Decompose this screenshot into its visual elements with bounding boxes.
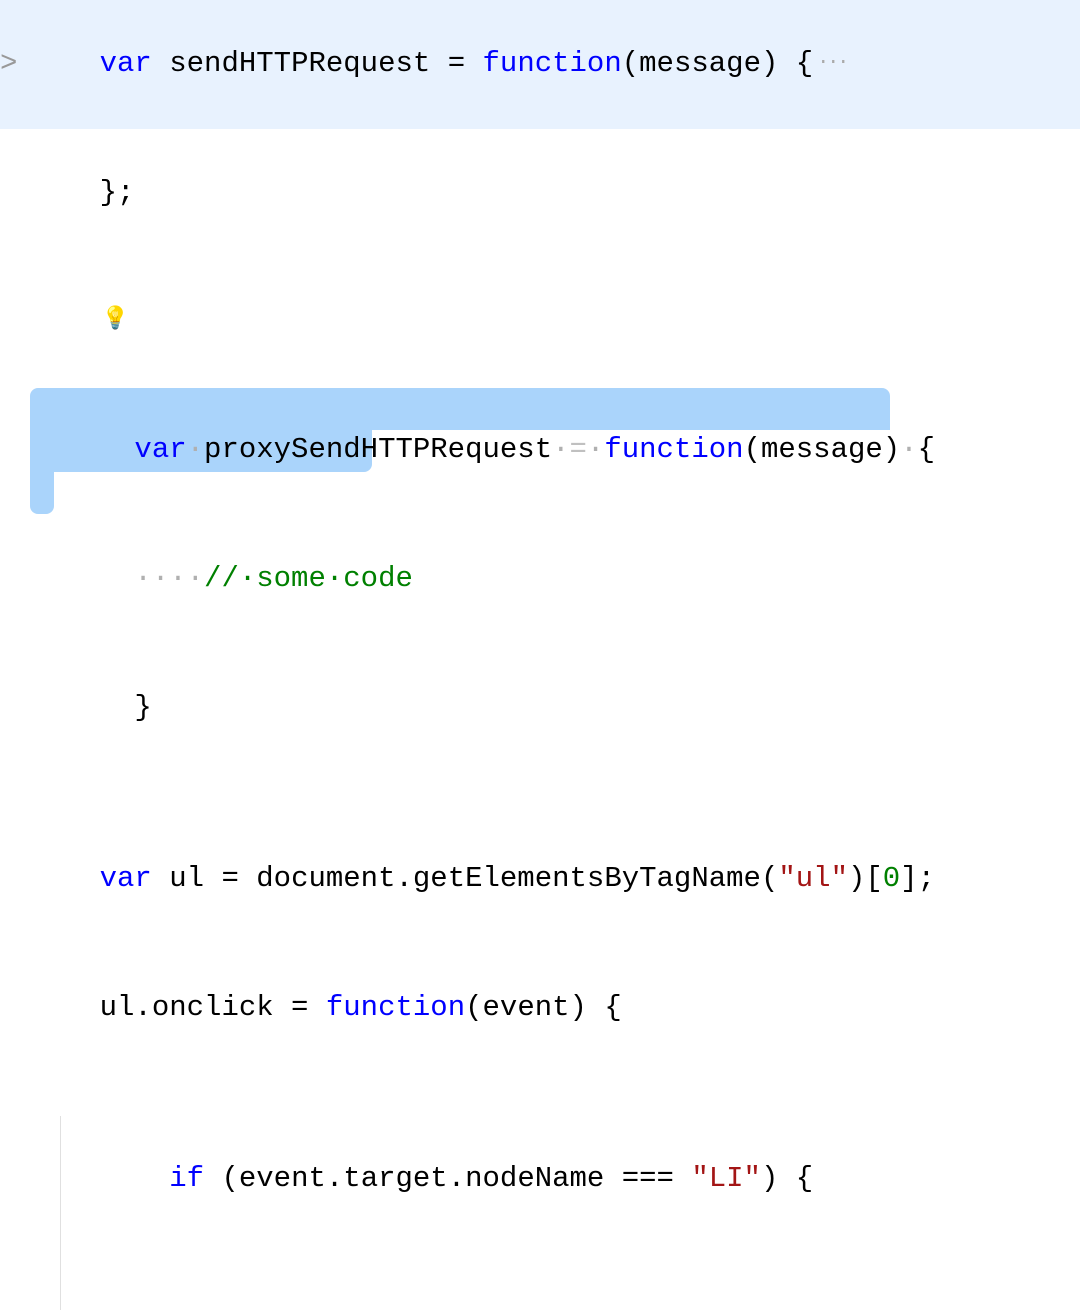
keyword-function: function <box>483 47 622 80</box>
gutter-prompt: > <box>0 43 30 86</box>
code-line[interactable]: 💡 <box>0 257 1080 386</box>
comment: //·some·code <box>204 562 413 595</box>
string-literal: "LI" <box>691 1162 761 1195</box>
code-line-selected[interactable]: } <box>0 644 1080 773</box>
keyword-var: var <box>100 47 152 80</box>
keyword-function: function <box>604 433 743 466</box>
code-line[interactable]: ul.onclick = function(event) { <box>0 944 1080 1073</box>
identifier: sendHTTPRequest <box>169 47 430 80</box>
fold-icon[interactable]: ··· <box>817 51 847 74</box>
keyword-function: function <box>326 991 465 1024</box>
identifier: proxySendHTTPRequest <box>204 433 552 466</box>
code-line[interactable]: if (event.target.nodeName === "LI") { <box>0 1073 1080 1245</box>
code-line[interactable]: }; <box>0 129 1080 258</box>
code-line[interactable]: var ul = document.getElementsByTagName("… <box>0 815 1080 944</box>
code-line-selected[interactable]: ····//·some·code <box>0 515 1080 644</box>
code-line[interactable] <box>0 772 1080 815</box>
code-line-selected[interactable]: var·proxySendHTTPRequest·=·function(mess… <box>0 386 1080 515</box>
string-literal: "ul" <box>778 862 848 895</box>
code-line[interactable]: proxySendHTTPRequest(event.target.innerT… <box>0 1244 1080 1310</box>
keyword-var: var <box>100 862 152 895</box>
keyword-if: if <box>169 1162 204 1195</box>
keyword-var: var <box>134 433 186 466</box>
code-line[interactable]: >var sendHTTPRequest = function(message)… <box>0 0 1080 129</box>
code-editor[interactable]: >var sendHTTPRequest = function(message)… <box>0 0 1080 1310</box>
number-literal: 0 <box>883 862 900 895</box>
lightbulb-icon[interactable]: 💡 <box>102 304 129 337</box>
